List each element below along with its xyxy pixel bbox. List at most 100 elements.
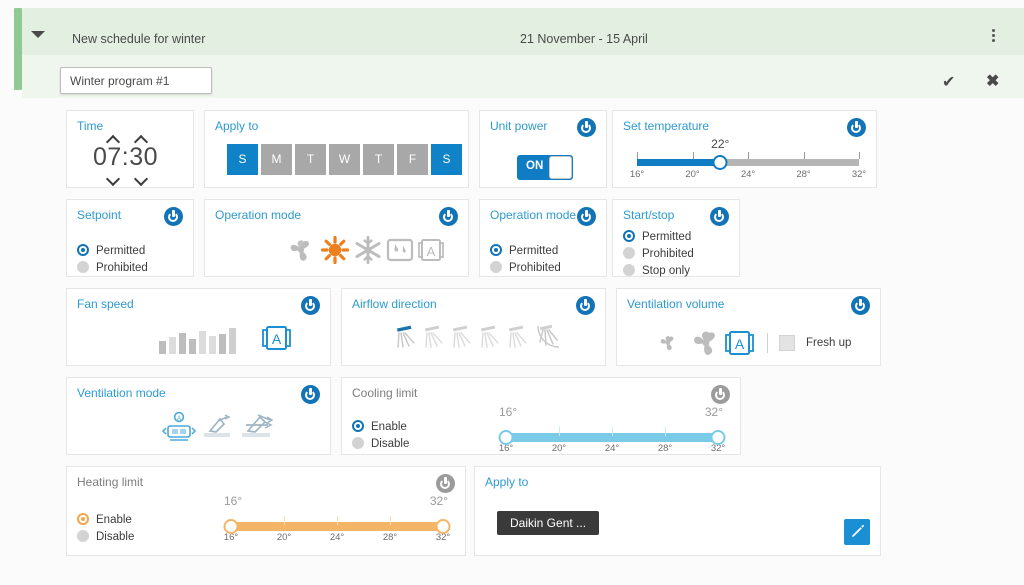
day-pill-6[interactable]: S	[431, 144, 462, 175]
heating-limit-power-icon[interactable]	[436, 474, 455, 493]
radio-permitted[interactable]: Permitted	[490, 244, 558, 257]
ventilation-auto-icon[interactable]: A	[161, 411, 197, 445]
cancel-button[interactable]: ✖	[986, 71, 999, 91]
airflow-direction-power-icon[interactable]	[576, 296, 595, 315]
schedule-date-range: 21 November - 15 April	[520, 32, 648, 46]
cooling-limit-power-icon[interactable]	[711, 385, 730, 404]
fan-high-icon[interactable]	[688, 325, 724, 361]
radio-prohibited[interactable]: Prohibited	[77, 261, 148, 274]
airflow-swing-icon[interactable]	[534, 322, 564, 352]
dry-humidity-icon[interactable]	[385, 235, 415, 265]
auto-mode-icon[interactable]: A	[416, 235, 446, 265]
unit-power-toggle-icon[interactable]	[577, 118, 596, 137]
operation-mode-permission-card: Operation mode Permitted Prohibited	[479, 199, 607, 277]
unit-power-switch[interactable]: ON	[517, 155, 573, 180]
fan-icon[interactable]	[284, 235, 318, 265]
heating-limit-low-label: 16°	[224, 494, 243, 508]
airflow-position-4-icon[interactable]	[478, 322, 506, 352]
ventilation-heat-exchange-icon[interactable]	[200, 411, 236, 445]
pencil-icon[interactable]	[844, 519, 870, 545]
set-temperature-power-icon[interactable]	[847, 118, 866, 137]
day-pill-1[interactable]: M	[261, 144, 292, 175]
set-temperature-title: Set temperature	[623, 119, 710, 133]
day-pill-0[interactable]: S	[227, 144, 258, 175]
day-pill-label: F	[408, 152, 417, 166]
cool-snowflake-icon[interactable]	[352, 235, 384, 265]
day-pill-2[interactable]: T	[295, 144, 326, 175]
airflow-position-3-icon[interactable]	[450, 322, 478, 352]
slider-knob-low[interactable]	[498, 430, 514, 445]
slider-value-label: 22°	[711, 137, 730, 151]
start-stop-power-icon[interactable]	[710, 207, 729, 226]
radio-dot	[77, 244, 89, 256]
apply-to-days-card: Apply to S M T W T F S	[204, 110, 469, 188]
caret-down-icon[interactable]	[31, 31, 45, 38]
radio-prohibited[interactable]: Prohibited	[623, 247, 694, 260]
fresh-up-checkbox[interactable]	[779, 335, 795, 351]
ventilation-volume-power-icon[interactable]	[851, 296, 870, 315]
ventilation-auto-mode-icon[interactable]: A	[722, 327, 756, 359]
minute-down-icon[interactable]	[136, 174, 149, 183]
unit-power-card: Unit power ON	[479, 110, 607, 188]
apply-to-zone-card: Apply to Daikin Gent ...	[474, 466, 881, 556]
radio-enable[interactable]: Enable	[77, 513, 132, 526]
ventilation-mode-title: Ventilation mode	[77, 386, 166, 400]
operation-mode-power-icon[interactable]	[439, 207, 458, 226]
program-name-input[interactable]: Winter program #1	[60, 67, 212, 94]
day-pill-4[interactable]: T	[363, 144, 394, 175]
radio-permitted[interactable]: Permitted	[77, 244, 145, 257]
airflow-position-1-icon[interactable]	[394, 322, 422, 352]
fan-speed-auto-icon[interactable]: A	[259, 322, 293, 354]
radio-disable[interactable]: Disable	[77, 530, 134, 543]
radio-permitted[interactable]: Permitted	[623, 230, 691, 243]
slider-tick	[559, 427, 560, 436]
slider-knob-high[interactable]	[435, 519, 451, 534]
slider-knob-low[interactable]	[223, 519, 239, 534]
radio-label: Disable	[96, 531, 135, 543]
hour-down-icon[interactable]	[108, 174, 121, 183]
time-value: 07:30	[93, 143, 159, 171]
slider-knob-high[interactable]	[710, 430, 726, 445]
time-card-title: Time	[77, 119, 104, 133]
ventilation-bypass-icon[interactable]	[238, 411, 278, 445]
radio-prohibited[interactable]: Prohibited	[490, 261, 561, 274]
radio-dot	[623, 230, 635, 242]
heat-sun-icon[interactable]	[319, 235, 351, 265]
slider-tick	[859, 152, 860, 159]
fan-speed-levels-icon[interactable]	[157, 321, 267, 355]
airflow-position-2-icon[interactable]	[422, 322, 450, 352]
radio-enable[interactable]: Enable	[352, 420, 407, 433]
setpoint-card: Setpoint Permitted Prohibited	[66, 199, 194, 277]
fan-low-icon[interactable]	[657, 332, 679, 354]
zone-tag[interactable]: Daikin Gent ...	[497, 511, 600, 535]
setpoint-power-icon[interactable]	[164, 207, 183, 226]
airflow-position-5-icon[interactable]	[506, 322, 534, 352]
day-pill-label: T	[306, 152, 315, 166]
slider-tick-label: 24°	[740, 169, 756, 180]
slider-fill	[637, 159, 721, 166]
radio-dot	[352, 437, 364, 449]
airflow-direction-card: Airflow direction	[341, 288, 606, 366]
radio-disable[interactable]: Disable	[352, 437, 409, 450]
confirm-button[interactable]: ✔	[942, 72, 955, 92]
kebab-menu-icon[interactable]	[986, 29, 1000, 45]
fresh-up-label: Fresh up	[806, 337, 852, 349]
airflow-direction-title: Airflow direction	[352, 297, 437, 311]
airflow-direction-icon-row	[394, 322, 564, 352]
radio-dot	[490, 244, 502, 256]
slider-knob[interactable]	[712, 155, 728, 170]
slider-tick	[284, 516, 285, 525]
slider-tick-label: 32°	[851, 169, 867, 180]
radio-stop-only[interactable]: Stop only	[623, 264, 690, 277]
cooling-limit-high-label: 32°	[704, 405, 723, 419]
operation-mode-permission-power-icon[interactable]	[577, 207, 596, 226]
day-pill-label: W	[338, 152, 351, 166]
fan-speed-power-icon[interactable]	[301, 296, 320, 315]
operation-mode-permission-title: Operation mode	[490, 208, 577, 222]
day-pill-5[interactable]: F	[397, 144, 428, 175]
day-pill-label: S	[238, 152, 247, 166]
slider-tick	[692, 152, 694, 159]
operation-mode-icons-title: Operation mode	[215, 208, 302, 222]
ventilation-mode-power-icon[interactable]	[301, 385, 320, 404]
day-pill-3[interactable]: W	[329, 144, 360, 175]
